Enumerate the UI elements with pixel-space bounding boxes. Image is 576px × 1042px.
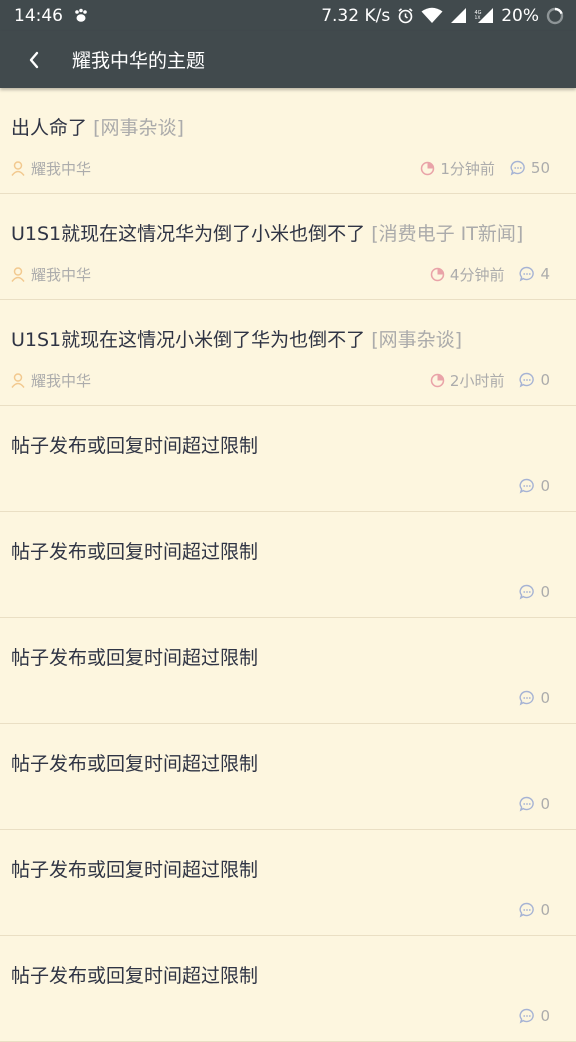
topic-meta: 0: [11, 688, 550, 708]
topic-item[interactable]: 出人命了 [网事杂谈] 耀我中华 1分钟前 50: [0, 88, 576, 194]
topic-meta: 0: [11, 1006, 550, 1026]
topic-item[interactable]: 帖子发布或回复时间超过限制 0: [0, 512, 576, 618]
topic-item[interactable]: 帖子发布或回复时间超过限制 0: [0, 724, 576, 830]
comment-icon: [519, 796, 535, 812]
topic-title: U1S1就现在这情况小米倒了华为也倒不了 [网事杂谈]: [11, 325, 462, 352]
back-arrow-icon: [27, 50, 41, 70]
alarm-icon: [397, 7, 414, 24]
topic-stats: 4分钟前 4: [430, 264, 550, 285]
topic-title-text: 帖子发布或回复时间超过限制: [11, 859, 259, 881]
comment-count: 0: [540, 583, 550, 601]
topic-title-text: 出人命了: [11, 117, 88, 139]
user-icon: [11, 372, 25, 388]
topic-stats: 0: [519, 583, 550, 601]
comment-icon: [519, 372, 535, 388]
topic-title: 帖子发布或回复时间超过限制: [11, 643, 258, 670]
topic-stats: 1分钟前 50: [420, 158, 550, 179]
topic-title-text: 帖子发布或回复时间超过限制: [11, 647, 259, 669]
comment-icon: [519, 902, 535, 918]
topic-item[interactable]: 帖子发布或回复时间超过限制 0: [0, 618, 576, 724]
svg-text:1X: 1X: [475, 15, 481, 21]
post-time: 1分钟前: [440, 159, 495, 178]
topic-item[interactable]: 帖子发布或回复时间超过限制 0: [0, 830, 576, 936]
comment-count: 0: [540, 477, 550, 495]
topic-item[interactable]: 帖子发布或回复时间超过限制 0: [0, 936, 576, 1042]
topic-title-text: 帖子发布或回复时间超过限制: [11, 753, 259, 775]
page-title: 耀我中华的主题: [72, 50, 206, 72]
signal-4g-icon: 4G 1X: [474, 7, 494, 24]
back-button[interactable]: [3, 31, 65, 88]
topic-stats: 0: [519, 689, 550, 707]
topic-stats: 2小时前 0: [430, 370, 550, 391]
post-time: 4分钟前: [449, 265, 505, 284]
comment-count: 50: [530, 159, 550, 177]
status-bar: 14:46 7.32 K/s 4G 1X 20%: [0, 0, 576, 31]
topic-category-tag: [网事杂谈]: [371, 329, 463, 351]
battery-percent: 20%: [501, 5, 539, 26]
comment-icon: [510, 160, 526, 176]
topic-title: 帖子发布或回复时间超过限制: [11, 537, 258, 564]
topic-meta: 0: [11, 794, 550, 814]
topic-title-text: 帖子发布或回复时间超过限制: [11, 541, 259, 563]
topic-title: 帖子发布或回复时间超过限制: [11, 431, 258, 458]
clock-icon: [430, 373, 445, 388]
topic-title-text: 帖子发布或回复时间超过限制: [11, 435, 259, 457]
topic-title: 帖子发布或回复时间超过限制: [11, 855, 258, 882]
app-bar: 耀我中华的主题: [0, 31, 576, 88]
topic-title: 帖子发布或回复时间超过限制: [11, 749, 258, 776]
user-icon: [11, 266, 25, 282]
topic-title: 出人命了 [网事杂谈]: [11, 113, 184, 140]
topic-item[interactable]: U1S1就现在这情况小米倒了华为也倒不了 [网事杂谈] 耀我中华 2小时前 0: [0, 300, 576, 406]
comment-count: 0: [540, 901, 550, 919]
topic-stats: 0: [519, 477, 550, 495]
topic-author[interactable]: 耀我中华: [11, 264, 91, 285]
topic-item[interactable]: U1S1就现在这情况华为倒了小米也倒不了 [消费电子 IT新闻] 耀我中华 4分钟前…: [0, 194, 576, 300]
author-name: 耀我中华: [31, 371, 92, 390]
comment-icon: [519, 1008, 535, 1024]
topic-item[interactable]: 帖子发布或回复时间超过限制 0: [0, 406, 576, 512]
author-name: 耀我中华: [31, 265, 92, 284]
author-name: 耀我中华: [31, 159, 92, 178]
topic-title-text: U1S1就现在这情况小米倒了华为也倒不了: [11, 329, 366, 351]
comment-icon: [519, 266, 535, 282]
topic-meta: 0: [11, 900, 550, 920]
user-icon: [11, 160, 25, 176]
topic-stats: 0: [519, 901, 550, 919]
topic-list: 出人命了 [网事杂谈] 耀我中华 1分钟前 50 U1S1就现在这情况华为倒了小米也倒不…: [0, 88, 576, 1042]
topic-meta: 耀我中华 1分钟前 50: [11, 158, 550, 178]
clock-icon: [420, 161, 435, 176]
comment-count: 0: [540, 795, 550, 813]
comment-count: 0: [540, 1007, 550, 1025]
topic-meta: 耀我中华 2小时前 0: [11, 370, 550, 390]
clock-icon: [430, 267, 445, 282]
topic-author[interactable]: 耀我中华: [11, 370, 91, 391]
topic-title-text: U1S1就现在这情况华为倒了小米也倒不了: [11, 223, 366, 245]
post-time: 2小时前: [449, 371, 505, 390]
status-time: 14:46: [14, 5, 63, 26]
topic-meta: 0: [11, 476, 550, 496]
comment-icon: [519, 584, 535, 600]
topic-title: 帖子发布或回复时间超过限制: [11, 961, 258, 988]
battery-ring-icon: [546, 7, 564, 25]
comment-count: 4: [540, 265, 550, 283]
comment-count: 0: [540, 371, 550, 389]
signal-icon: [450, 7, 467, 24]
topic-meta: 耀我中华 4分钟前 4: [11, 264, 550, 284]
comment-icon: [519, 690, 535, 706]
comment-count: 0: [540, 689, 550, 707]
network-speed: 7.32 K/s: [321, 5, 391, 26]
paw-icon: [73, 8, 89, 24]
topic-category-tag: [网事杂谈]: [93, 117, 184, 139]
wifi-icon: [421, 7, 443, 24]
topic-author[interactable]: 耀我中华: [11, 158, 91, 179]
topic-title: U1S1就现在这情况华为倒了小米也倒不了 [消费电子 IT新闻]: [11, 219, 523, 246]
topic-stats: 0: [519, 795, 550, 813]
topic-meta: 0: [11, 582, 550, 602]
comment-icon: [519, 478, 535, 494]
topic-stats: 0: [519, 1007, 550, 1025]
topic-title-text: 帖子发布或回复时间超过限制: [11, 965, 259, 987]
topic-category-tag: [消费电子 IT新闻]: [371, 223, 524, 245]
